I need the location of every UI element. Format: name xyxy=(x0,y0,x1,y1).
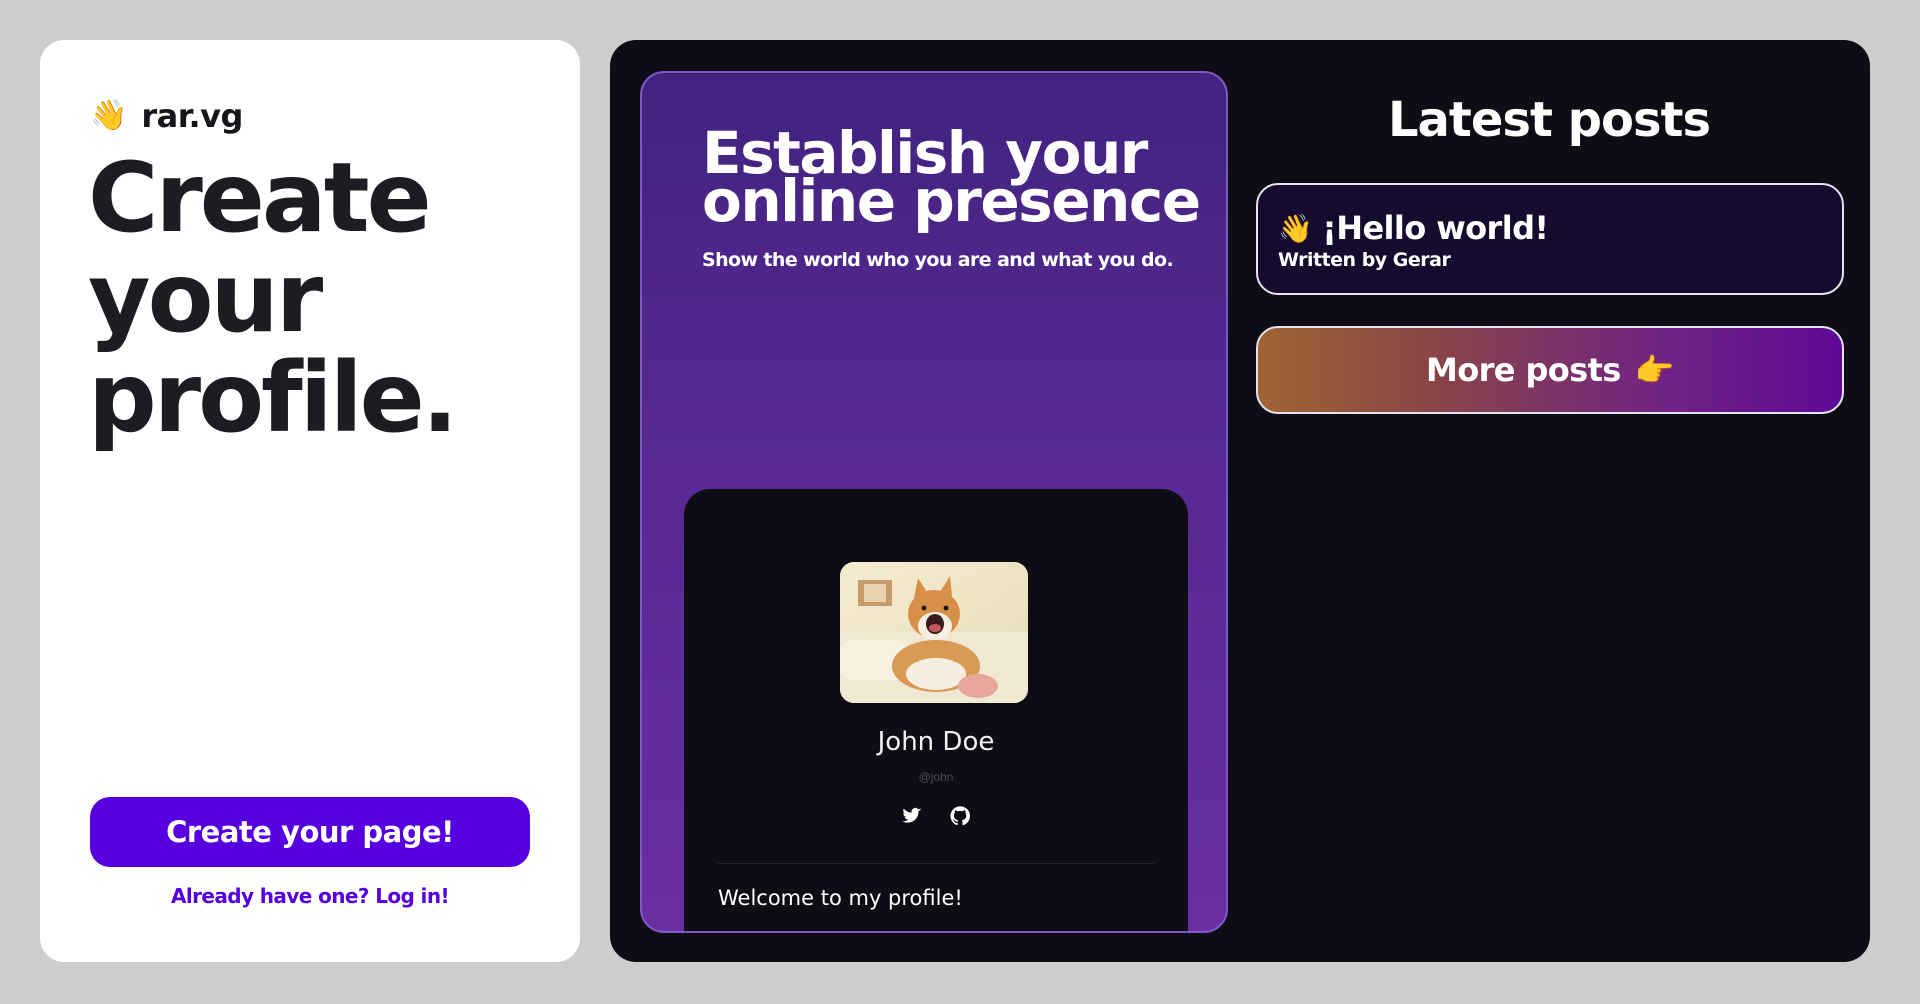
waving-hand-icon: 👋 xyxy=(90,99,128,132)
brand[interactable]: 👋 rar.vg xyxy=(90,96,530,136)
post-author: Written by Gerar xyxy=(1278,249,1451,271)
signup-card: 👋 rar.vg Create your profile. Create you… xyxy=(40,40,580,962)
twitter-icon[interactable] xyxy=(902,806,922,826)
divider xyxy=(718,863,1154,864)
more-posts-label: More posts xyxy=(1426,351,1621,389)
profile-name: John Doe xyxy=(877,727,995,757)
showcase-panel: Establish your online presence Show the … xyxy=(610,40,1870,962)
login-link[interactable]: Already have one? Log in! xyxy=(40,884,580,908)
promo-subtitle: Show the world who you are and what you … xyxy=(702,249,1174,271)
latest-posts-heading: Latest posts xyxy=(1387,92,1711,148)
waving-hand-icon: 👋 xyxy=(1278,211,1313,245)
social-links xyxy=(684,806,1188,826)
profile-welcome-text: Welcome to my profile! xyxy=(718,886,963,910)
hero-title-line: profile. xyxy=(88,342,458,454)
hero-title-line: Create xyxy=(88,142,432,254)
hero-title: Create your profile. xyxy=(88,148,528,448)
promo-title-line: online presence xyxy=(702,167,1201,235)
pointing-right-hand-icon: 👉 xyxy=(1634,351,1675,389)
dog-photo-image xyxy=(840,562,1028,703)
github-icon[interactable] xyxy=(950,806,970,826)
more-posts-button[interactable]: More posts 👉 xyxy=(1256,326,1844,414)
promo-title: Establish your online presence xyxy=(702,124,1201,235)
post-title: 👋 ¡Hello world! xyxy=(1278,209,1842,247)
profile-handle: @john xyxy=(918,770,954,784)
promo-card: Establish your online presence Show the … xyxy=(640,71,1228,933)
post-card[interactable]: 👋 ¡Hello world! Written by Gerar xyxy=(1256,183,1844,295)
post-title-text: ¡Hello world! xyxy=(1322,209,1549,247)
brand-name: rar.vg xyxy=(141,97,243,135)
avatar xyxy=(840,562,1028,703)
create-page-button[interactable]: Create your page! xyxy=(90,797,530,867)
hero-title-line: your xyxy=(88,242,323,354)
profile-preview: John Doe @john Welcome to my profile! xyxy=(684,489,1188,931)
